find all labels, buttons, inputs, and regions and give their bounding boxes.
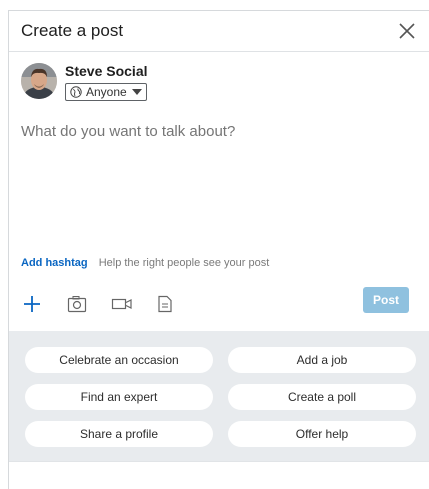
post-button[interactable]: Post — [363, 287, 409, 313]
find-expert-button[interactable]: Find an expert — [25, 384, 213, 410]
video-icon[interactable] — [111, 294, 133, 314]
offer-help-button[interactable]: Offer help — [228, 421, 416, 447]
share-profile-button[interactable]: Share a profile — [25, 421, 213, 447]
close-icon[interactable] — [397, 21, 417, 41]
quick-actions-panel: Celebrate an occasion Add a job Find an … — [9, 331, 429, 461]
document-icon[interactable] — [157, 294, 173, 314]
camera-icon[interactable] — [67, 294, 87, 314]
dialog-title: Create a post — [21, 21, 124, 40]
add-job-button[interactable]: Add a job — [228, 347, 416, 373]
visibility-label: Anyone — [86, 85, 127, 99]
hashtag-help-text: Help the right people see your post — [98, 257, 270, 269]
plus-icon[interactable] — [23, 294, 41, 314]
create-poll-button[interactable]: Create a poll — [228, 384, 416, 410]
hashtag-row: Add hashtag Help the right people see yo… — [21, 257, 269, 269]
add-hashtag-link[interactable]: Add hashtag — [21, 257, 88, 269]
divider — [9, 461, 429, 462]
dialog-header: Create a post — [9, 11, 429, 52]
create-post-dialog: Create a post Steve Social Anyone Add ha… — [8, 10, 429, 489]
caret-down-icon — [131, 89, 142, 95]
globe-icon — [70, 86, 82, 98]
avatar-photo-icon — [21, 63, 57, 99]
celebrate-occasion-button[interactable]: Celebrate an occasion — [25, 347, 213, 373]
avatar — [21, 63, 57, 99]
post-text-input[interactable] — [21, 123, 417, 249]
visibility-dropdown[interactable]: Anyone — [65, 83, 147, 101]
author-name: Steve Social — [65, 63, 148, 79]
